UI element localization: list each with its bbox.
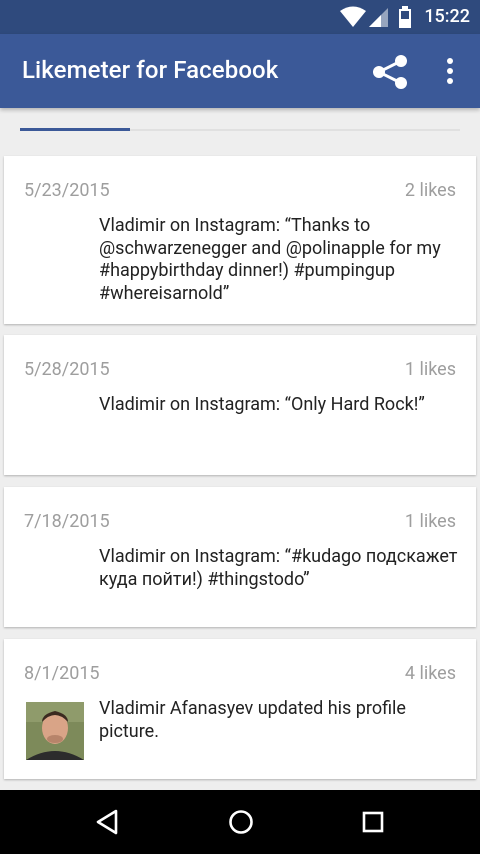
tab-indicator[interactable] xyxy=(20,128,130,131)
post-text: Vladimir Afanasyev updated his profile p… xyxy=(99,698,406,742)
post-date: 5/23/2015 xyxy=(24,180,110,201)
more-options-button[interactable] xyxy=(438,54,462,90)
battery-icon xyxy=(399,6,411,28)
post-likes: 2 likes xyxy=(404,180,456,201)
post-card[interactable]: 5/28/2015 1 likes Vladimir on Instagram:… xyxy=(4,335,476,475)
app-bar: Likemeter for Facebook xyxy=(0,34,480,108)
app-title: Likemeter for Facebook xyxy=(22,56,279,84)
post-text: Vladimir on Instagram: “#kudago подскаже… xyxy=(99,546,458,590)
post-card[interactable]: 8/1/2015 4 likes Vladimir Afanasyev upda… xyxy=(4,639,476,779)
home-circle-icon[interactable] xyxy=(227,808,255,836)
post-likes: 4 likes xyxy=(404,663,456,684)
post-likes: 1 likes xyxy=(404,511,456,532)
post-date: 8/1/2015 xyxy=(24,663,100,684)
navigation-bar xyxy=(0,790,480,854)
share-icon xyxy=(373,55,407,89)
post-date: 5/28/2015 xyxy=(24,359,110,380)
post-card[interactable]: 5/23/2015 2 likes Vladimir on Instagram:… xyxy=(4,156,476,324)
status-time: 15:22 xyxy=(424,6,470,27)
post-text: Vladimir on Instagram: “Only Hard Rock!” xyxy=(99,394,425,415)
more-vert-icon xyxy=(447,58,453,84)
profile-picture-thumbnail xyxy=(26,702,84,760)
cell-signal-icon xyxy=(369,8,388,27)
back-triangle-icon[interactable] xyxy=(94,808,120,836)
post-text: Vladimir on Instagram: “Thanks to @schwa… xyxy=(99,215,441,304)
wifi-icon xyxy=(340,6,366,27)
post-likes: 1 likes xyxy=(404,359,456,380)
status-bar: 15:22 xyxy=(0,0,480,34)
recents-square-icon[interactable] xyxy=(360,808,386,836)
post-date: 7/18/2015 xyxy=(24,511,110,532)
share-button[interactable] xyxy=(370,54,410,90)
post-card[interactable]: 7/18/2015 1 likes Vladimir on Instagram:… xyxy=(4,487,476,627)
